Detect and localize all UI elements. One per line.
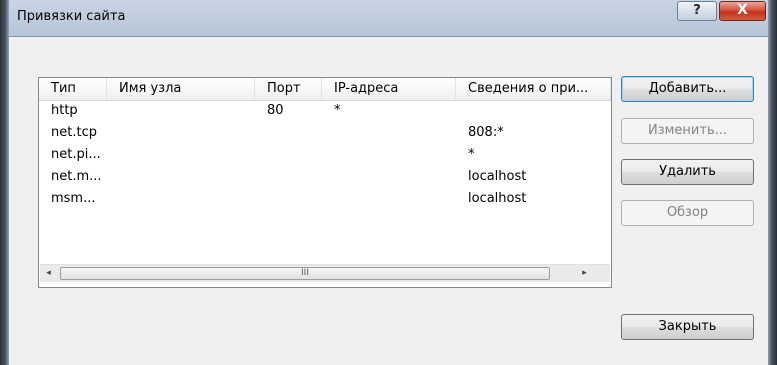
close-icon: X bbox=[737, 2, 748, 18]
column-header-port[interactable]: Порт bbox=[255, 78, 322, 100]
cell-type: msm... bbox=[51, 191, 96, 206]
cell-host-name bbox=[107, 144, 255, 166]
cell-port bbox=[255, 166, 322, 188]
arrow-right-icon: ▸ bbox=[582, 268, 587, 278]
question-mark-icon: ? bbox=[693, 3, 701, 18]
cell-ip-addresses bbox=[322, 122, 456, 144]
column-header-ip-addresses[interactable]: IP-адреса bbox=[322, 78, 456, 100]
cell-ip-addresses: * bbox=[334, 103, 341, 118]
cell-port bbox=[255, 122, 322, 144]
window-title: Привязки сайта bbox=[17, 9, 126, 24]
table-row[interactable]: net.m... localhost bbox=[39, 166, 611, 188]
scrollbar-thumb[interactable]: III bbox=[60, 267, 550, 280]
bindings-list[interactable]: Тип Имя узла Порт IP-адреса Сведения о п… bbox=[38, 77, 612, 288]
table-row[interactable]: msm... localhost bbox=[39, 188, 611, 210]
cell-ip-addresses bbox=[322, 188, 456, 210]
close-window-button[interactable]: X bbox=[719, 1, 766, 21]
edit-button[interactable]: Изменить... bbox=[621, 118, 754, 144]
dialog-window: Привязки сайта ? X Тип Имя узла Порт IP-… bbox=[0, 0, 777, 365]
table-row[interactable]: http 80 * bbox=[39, 100, 611, 122]
cell-binding-info: localhost bbox=[468, 191, 527, 206]
scroll-left-button[interactable]: ◂ bbox=[40, 265, 57, 282]
title-bar[interactable]: Привязки сайта ? X bbox=[9, 0, 768, 36]
cell-host-name bbox=[107, 166, 255, 188]
cell-binding-info: 808:* bbox=[468, 125, 504, 140]
window-right-edge bbox=[768, 0, 777, 365]
add-button[interactable]: Добавить... bbox=[621, 76, 754, 102]
cell-binding-info bbox=[456, 100, 611, 122]
cell-type: http bbox=[51, 103, 78, 118]
close-button[interactable]: Закрыть bbox=[621, 314, 754, 340]
cell-type: net.tcp bbox=[51, 125, 97, 140]
browse-button-label: Обзор bbox=[666, 205, 709, 220]
add-button-label: Добавить... bbox=[648, 81, 727, 96]
cell-type: net.pi... bbox=[51, 147, 101, 162]
cell-port bbox=[255, 144, 322, 166]
table-row[interactable]: net.tcp 808:* bbox=[39, 122, 611, 144]
remove-button[interactable]: Удалить bbox=[621, 159, 754, 185]
window-left-edge bbox=[0, 0, 9, 365]
table-row[interactable]: net.pi... * bbox=[39, 144, 611, 166]
cell-host-name bbox=[107, 122, 255, 144]
list-header: Тип Имя узла Порт IP-адреса Сведения о п… bbox=[39, 78, 611, 101]
cell-host-name bbox=[107, 188, 255, 210]
grip-icon: III bbox=[301, 268, 309, 278]
column-header-binding-info[interactable]: Сведения о при... bbox=[456, 78, 611, 100]
cell-binding-info: * bbox=[468, 147, 475, 162]
cell-host-name bbox=[107, 100, 255, 122]
scroll-right-button[interactable]: ▸ bbox=[576, 265, 593, 282]
column-header-host-name[interactable]: Имя узла bbox=[107, 78, 255, 100]
cell-port: 80 bbox=[267, 103, 284, 118]
arrow-left-icon: ◂ bbox=[46, 268, 51, 278]
cell-port bbox=[255, 188, 322, 210]
column-header-type[interactable]: Тип bbox=[39, 78, 107, 100]
browse-button[interactable]: Обзор bbox=[621, 200, 754, 226]
remove-button-label: Удалить bbox=[659, 164, 716, 179]
dialog-client-area: Тип Имя узла Порт IP-адреса Сведения о п… bbox=[9, 36, 768, 365]
cell-ip-addresses bbox=[322, 166, 456, 188]
cell-binding-info: localhost bbox=[468, 169, 527, 184]
horizontal-scrollbar[interactable]: ◂ III ▸ bbox=[40, 264, 610, 282]
help-button[interactable]: ? bbox=[677, 1, 717, 21]
close-button-label: Закрыть bbox=[658, 319, 717, 334]
cell-ip-addresses bbox=[322, 144, 456, 166]
edit-button-label: Изменить... bbox=[647, 123, 728, 138]
cell-type: net.m... bbox=[51, 169, 102, 184]
